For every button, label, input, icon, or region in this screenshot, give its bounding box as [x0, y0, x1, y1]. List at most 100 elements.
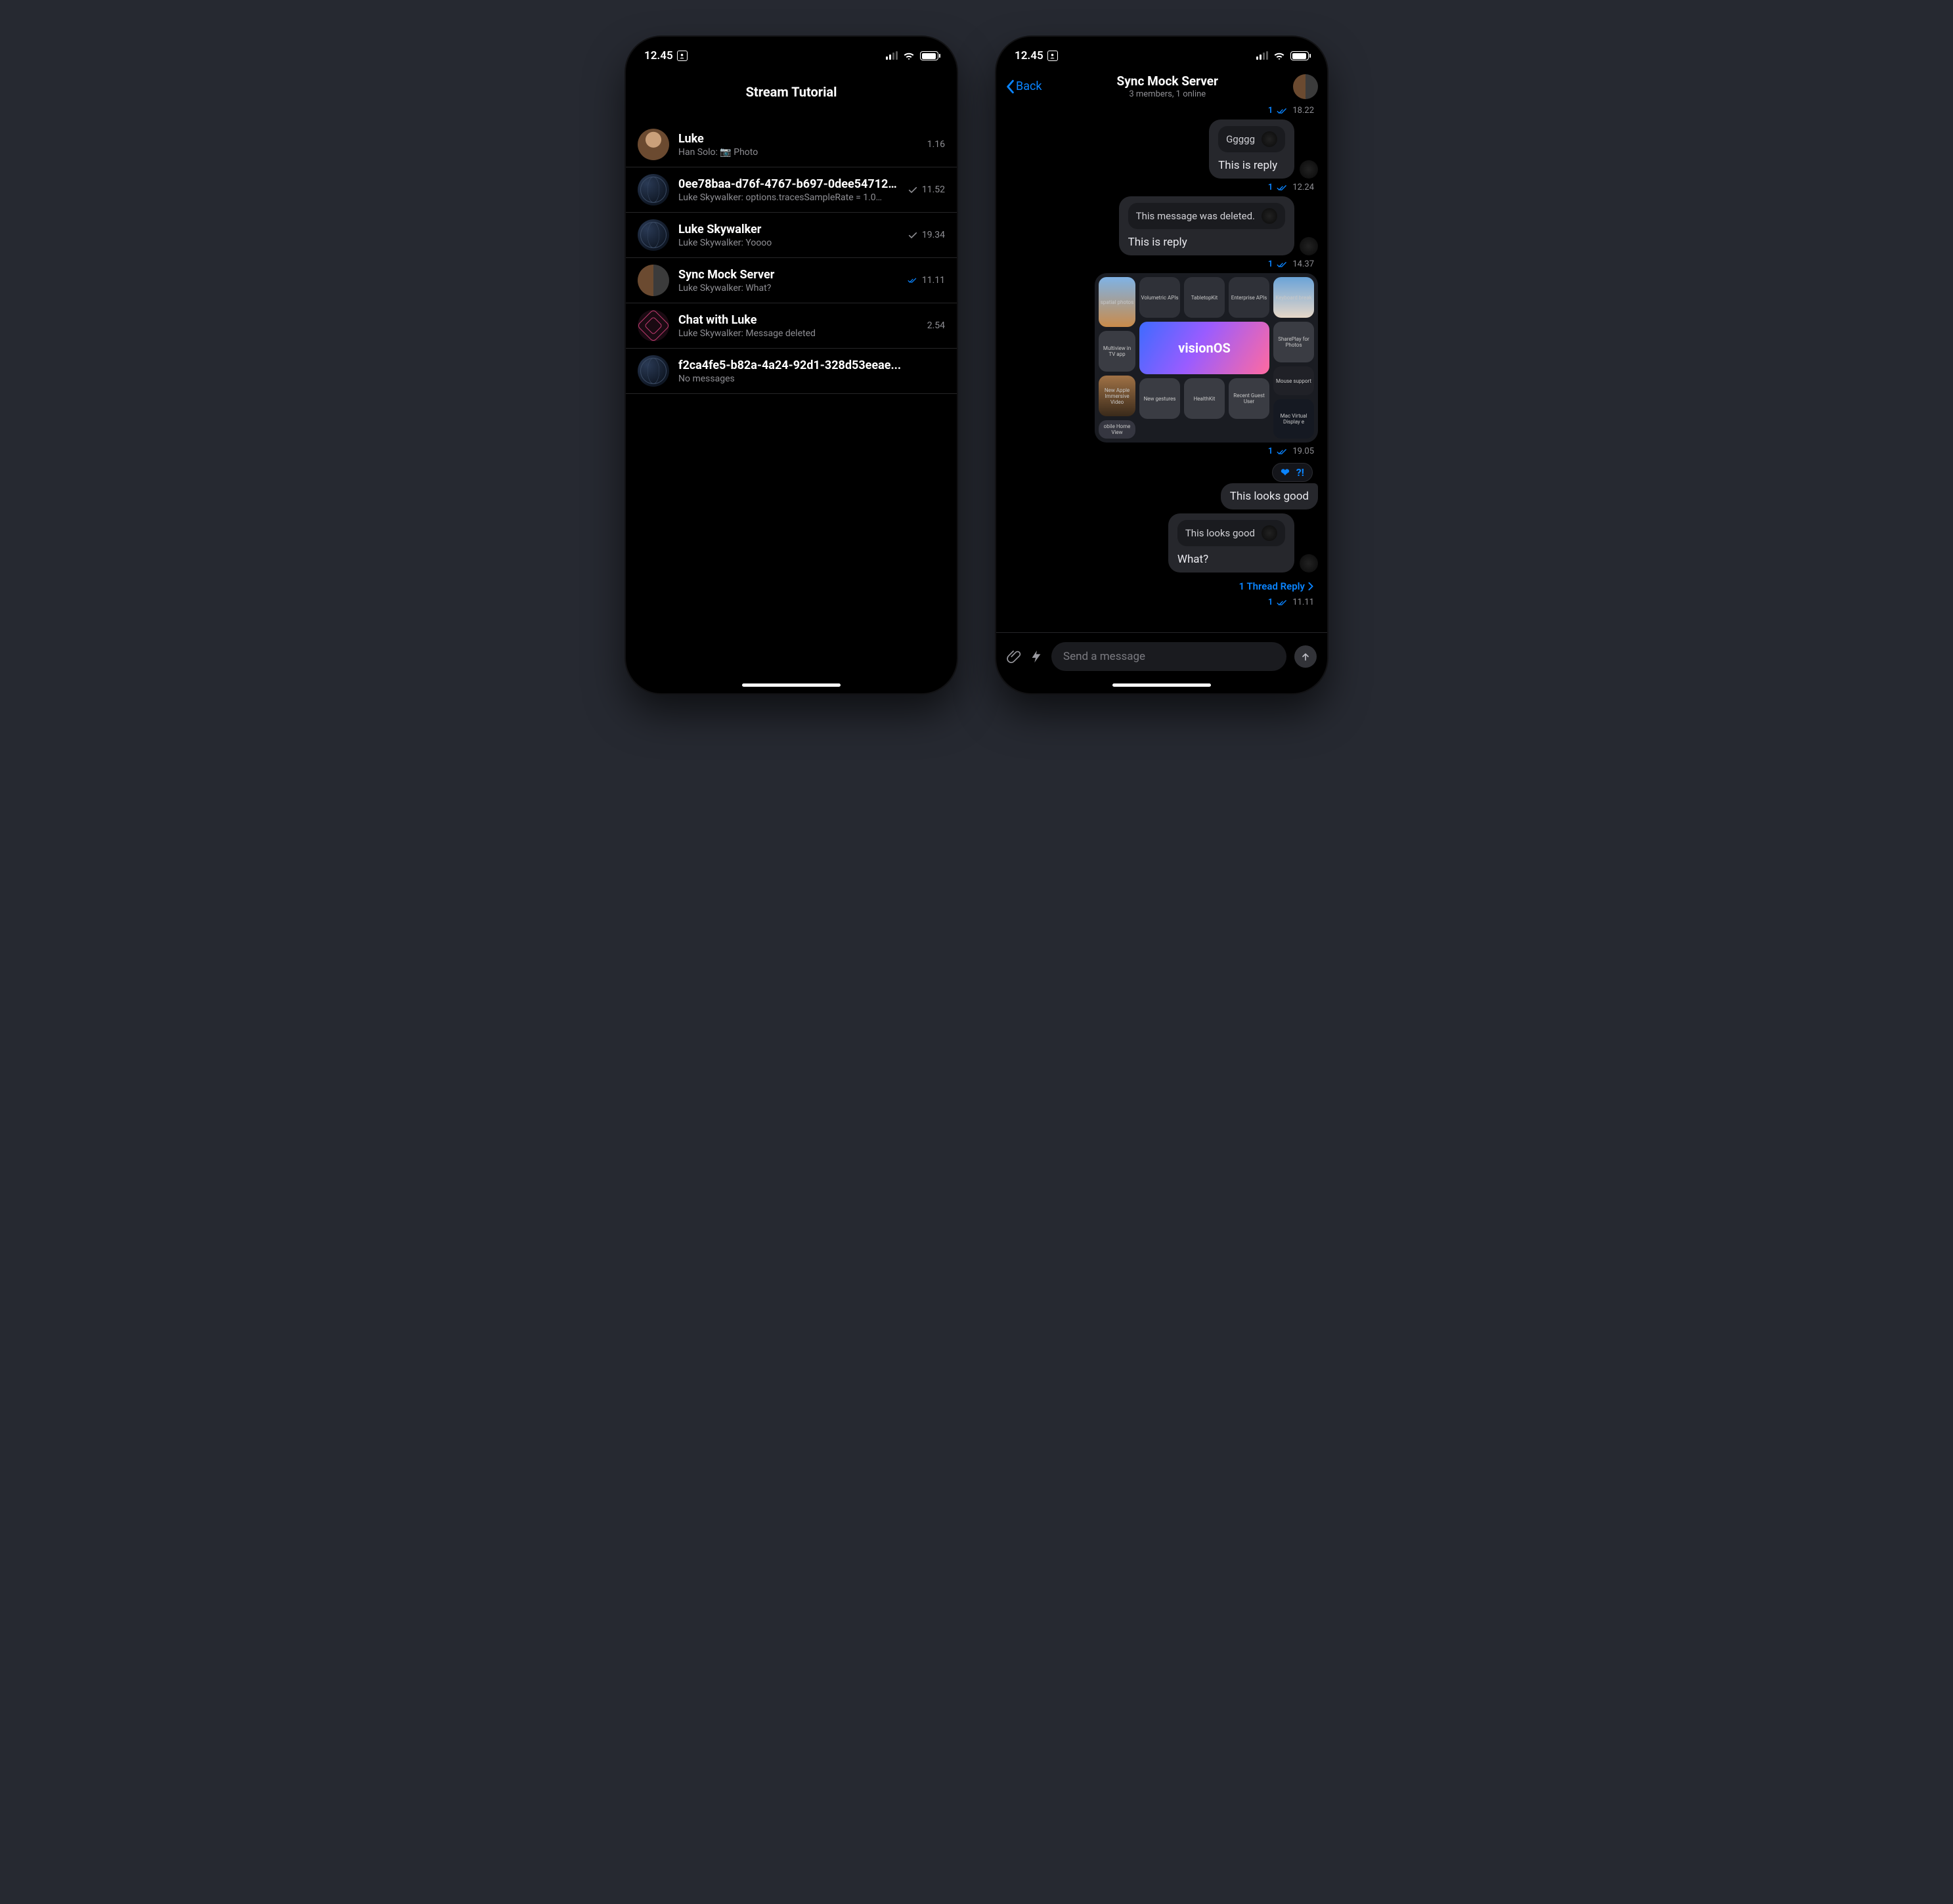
message-text: What?: [1177, 553, 1285, 566]
avatar: [638, 174, 669, 206]
image-tile: Multiview in TV app: [1099, 331, 1135, 372]
image-tile: Keyboard break: [1273, 277, 1314, 318]
navbar: Back Sync Mock Server 3 members, 1 onlin…: [996, 68, 1327, 106]
cellular-icon: [1256, 52, 1268, 60]
image-tile: New Apple Immersive Video: [1099, 376, 1135, 416]
image-tile: HealthKit: [1184, 378, 1225, 419]
profile-badge-icon: [1047, 51, 1058, 61]
image-tile: TabletopKit: [1184, 277, 1225, 318]
reaction-qmark[interactable]: ?!: [1296, 466, 1304, 479]
status-time: 12.45: [1015, 49, 1043, 62]
channel-time: 2.54: [927, 320, 945, 331]
message-text: This is reply: [1128, 236, 1285, 249]
attachment-icon[interactable]: [1007, 649, 1021, 664]
image-tile: Recent Guest User: [1229, 378, 1269, 419]
message[interactable]: Ggggg This is reply: [1005, 119, 1318, 179]
channel-name: 0ee78baa-d76f-4767-b697-0dee54712a...: [678, 177, 898, 191]
heart-icon[interactable]: ❤︎: [1281, 466, 1289, 479]
channel-preview: Luke Skywalker: Message deleted: [678, 328, 918, 339]
avatar: [638, 219, 669, 251]
message-meta: 1 18.22: [1005, 106, 1318, 116]
status-bar: 12.45: [626, 37, 957, 68]
back-button[interactable]: Back: [1005, 79, 1042, 94]
cellular-icon: [886, 52, 898, 60]
thread-reply-link[interactable]: 1 Thread Reply: [1005, 576, 1318, 594]
phone-channel-list: 12.45 Stream Tutorial Luke Han Solo: 📷 P…: [626, 37, 957, 693]
phone-chat: 12.45 Back Sync Mock Server 3 members, 1…: [996, 37, 1327, 693]
channel-name: Chat with Luke: [678, 313, 918, 327]
status-bar: 12.45: [996, 37, 1327, 68]
channel-time: 11.11: [922, 275, 945, 286]
double-check-icon: [908, 275, 918, 286]
message-meta: 1 12.24: [1005, 183, 1318, 192]
channel-list[interactable]: Luke Han Solo: 📷 Photo 1.16 0ee78baa-d76…: [626, 122, 957, 394]
channel-row[interactable]: Luke Skywalker Luke Skywalker: Yoooo 19.…: [626, 213, 957, 258]
quoted-message[interactable]: This message was deleted.: [1128, 203, 1285, 229]
channel-preview: Luke Skywalker: options.tracesSampleRate…: [678, 192, 898, 203]
channel-preview: Luke Skywalker: Yoooo: [678, 238, 898, 248]
image-tile: spatial photos: [1099, 277, 1135, 327]
avatar: [1262, 525, 1277, 541]
image-tile: obile Home View: [1099, 420, 1135, 439]
chevron-right-icon: [1307, 582, 1314, 591]
image-tile: New gestures: [1139, 378, 1180, 419]
battery-icon: [1290, 51, 1309, 60]
profile-badge-icon: [677, 51, 688, 61]
message[interactable]: This looks good What?: [1005, 513, 1318, 573]
back-label: Back: [1016, 79, 1042, 93]
check-icon: [908, 184, 918, 195]
quoted-message[interactable]: Ggggg: [1218, 126, 1285, 152]
wifi-icon: [903, 50, 915, 62]
avatar: [1262, 131, 1277, 147]
channel-time: 19.34: [922, 230, 945, 240]
channel-name: Sync Mock Server: [678, 268, 898, 282]
quoted-message[interactable]: This looks good: [1177, 520, 1285, 546]
wifi-icon: [1273, 50, 1285, 62]
channel-preview: Luke Skywalker: What?: [678, 283, 898, 293]
send-button[interactable]: [1294, 645, 1317, 668]
channel-name: f2ca4fe5-b82a-4a24-92d1-328d53eeae...: [678, 358, 936, 372]
home-indicator[interactable]: [1112, 683, 1211, 687]
arrow-up-icon: [1300, 651, 1311, 662]
avatar: [1300, 160, 1318, 179]
channel-row[interactable]: 0ee78baa-d76f-4767-b697-0dee54712a... Lu…: [626, 167, 957, 213]
image-tile: Mouse support: [1273, 366, 1314, 395]
channel-row[interactable]: Luke Han Solo: 📷 Photo 1.16: [626, 122, 957, 167]
page-title: Stream Tutorial: [626, 68, 957, 122]
reaction-bar[interactable]: ❤︎ ?!: [1272, 463, 1313, 482]
chat-avatar[interactable]: [1293, 74, 1318, 99]
avatar: [638, 355, 669, 387]
message-text: This is reply: [1218, 159, 1285, 172]
avatar: [1300, 554, 1318, 573]
image-hero: visionOS: [1139, 322, 1269, 374]
channel-row[interactable]: f2ca4fe5-b82a-4a24-92d1-328d53eeae... No…: [626, 349, 957, 394]
message-meta: 1 19.05: [1005, 446, 1318, 456]
home-indicator[interactable]: [742, 683, 841, 687]
avatar: [638, 310, 669, 341]
chat-subtitle: 3 members, 1 online: [1049, 89, 1286, 99]
message-input[interactable]: Send a message: [1051, 642, 1286, 671]
double-check-icon: [1277, 599, 1288, 607]
image-tile: SharePlay for Photos: [1273, 322, 1314, 362]
image-tile: Volumetric APIs: [1139, 277, 1180, 318]
message-meta: 1 14.37: [1005, 259, 1318, 269]
battery-icon: [920, 51, 938, 60]
channel-time: 1.16: [927, 139, 945, 150]
channel-row[interactable]: Sync Mock Server Luke Skywalker: What? 1…: [626, 258, 957, 303]
double-check-icon: [1277, 107, 1288, 115]
message-list[interactable]: 1 18.22 Ggggg This is reply 1 12.24: [996, 106, 1327, 632]
message[interactable]: This message was deleted. This is reply: [1005, 196, 1318, 255]
message-text: This looks good: [1230, 490, 1309, 503]
double-check-icon: [1277, 261, 1288, 269]
message[interactable]: This looks good: [1005, 483, 1318, 509]
check-icon: [908, 230, 918, 240]
channel-row[interactable]: Chat with Luke Luke Skywalker: Message d…: [626, 303, 957, 349]
avatar: [638, 129, 669, 160]
avatar: [1300, 237, 1318, 255]
image-tile: Mac Virtual Display e: [1273, 399, 1314, 439]
channel-name: Luke: [678, 132, 918, 146]
image-message[interactable]: spatial photos Volumetric APIs TabletopK…: [1095, 273, 1318, 443]
lightning-icon[interactable]: [1029, 649, 1043, 664]
avatar: [638, 265, 669, 296]
double-check-icon: [1277, 448, 1288, 456]
